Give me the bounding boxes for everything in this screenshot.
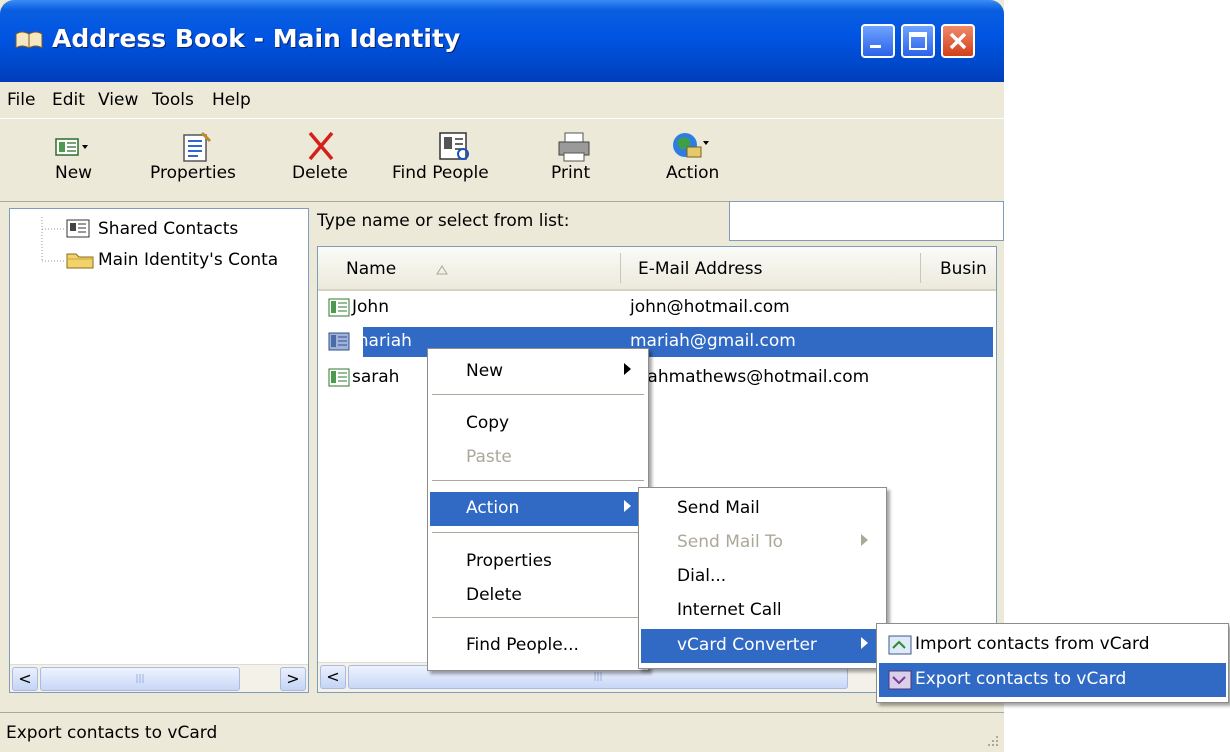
contact-email: john@hotmail.com xyxy=(630,297,790,317)
export-vcard-icon xyxy=(888,670,912,690)
tree-item-main-identity-contacts[interactable]: Main Identity's Conta xyxy=(10,246,308,274)
window-title: Address Book - Main Identity xyxy=(52,24,461,53)
search-label: Type name or select from list: xyxy=(317,211,570,231)
import-vcard-icon xyxy=(888,635,912,655)
scroll-right-arrow-icon[interactable]: > xyxy=(280,667,306,691)
contact-email: mariah@gmail.com xyxy=(630,331,796,351)
menu-separator xyxy=(432,617,644,618)
menu-item-copy[interactable]: Copy xyxy=(430,407,646,441)
submenu-arrow-icon xyxy=(624,363,631,375)
menu-item-new[interactable]: New xyxy=(430,355,646,389)
properties-button[interactable]: Properties xyxy=(150,119,250,201)
menu-tools[interactable]: Tools xyxy=(152,90,194,110)
column-separator[interactable] xyxy=(620,253,621,283)
scroll-thumb[interactable]: ||| xyxy=(40,667,240,691)
menu-item-vcard-converter[interactable]: vCard Converter xyxy=(641,629,884,663)
menu-separator xyxy=(432,480,644,481)
menu-item-send-mail[interactable]: Send Mail xyxy=(641,492,884,526)
new-contact-icon xyxy=(55,138,88,156)
menu-separator xyxy=(432,394,644,395)
minimize-icon xyxy=(870,45,881,48)
menu-item-internet-call[interactable]: Internet Call xyxy=(641,594,884,628)
delete-button[interactable]: Delete xyxy=(290,119,360,201)
minimize-button[interactable] xyxy=(861,24,895,58)
resize-grip-icon[interactable] xyxy=(984,732,1000,748)
contact-name: sarah xyxy=(352,367,400,387)
printer-icon xyxy=(558,132,590,162)
action-submenu: Send Mail Send Mail To Dial... Internet … xyxy=(638,487,887,669)
action-globe-icon xyxy=(673,133,709,158)
submenu-arrow-icon xyxy=(861,534,868,546)
column-separator[interactable] xyxy=(920,253,921,283)
contact-card-icon xyxy=(328,332,350,351)
column-name[interactable]: Name xyxy=(346,259,396,279)
menu-item-import-vcard[interactable]: Import contacts from vCard xyxy=(879,628,1226,662)
contact-card-icon xyxy=(328,298,350,317)
sort-ascending-icon xyxy=(436,265,448,275)
scroll-left-arrow-icon[interactable]: < xyxy=(320,665,346,689)
menu-item-delete[interactable]: Delete xyxy=(430,579,646,613)
context-menu: New Copy Paste Action Properties Delete … xyxy=(427,348,649,671)
close-button[interactable] xyxy=(941,24,975,58)
menu-item-paste: Paste xyxy=(466,447,512,467)
tree-label-shared-contacts: Shared Contacts xyxy=(98,219,239,239)
print-label: Print xyxy=(551,163,591,183)
search-input[interactable] xyxy=(729,201,1004,241)
contact-row-mariah[interactable]: mariah mariah@gmail.com xyxy=(318,327,996,357)
properties-label: Properties xyxy=(150,163,236,183)
maximize-button[interactable] xyxy=(901,24,935,58)
action-button[interactable]: Action xyxy=(663,119,743,201)
menu-item-action[interactable]: Action xyxy=(430,492,646,526)
column-business[interactable]: Busin xyxy=(940,259,987,279)
menu-item-send-mail-to: Send Mail To xyxy=(641,526,884,560)
contact-name: mariah xyxy=(352,331,412,351)
new-label: New xyxy=(55,163,93,183)
submenu-arrow-icon xyxy=(861,637,868,649)
menu-separator xyxy=(432,532,644,533)
tree-label-main-identity-contacts: Main Identity's Conta xyxy=(98,250,279,270)
scroll-left-arrow-icon[interactable]: < xyxy=(12,667,38,691)
maximize-icon xyxy=(909,32,927,50)
contact-row-john[interactable]: John john@hotmail.com xyxy=(318,293,996,323)
menu-item-dial[interactable]: Dial... xyxy=(641,560,884,594)
folder-tree: Shared Contacts Main Identity's Conta < … xyxy=(9,208,309,693)
menu-help[interactable]: Help xyxy=(212,90,251,110)
status-text: Export contacts to vCard xyxy=(6,723,218,743)
menu-item-properties[interactable]: Properties xyxy=(430,545,646,579)
contact-card-icon xyxy=(328,368,350,387)
vcard-submenu: Import contacts from vCard Export contac… xyxy=(876,623,1229,703)
menu-item-find-people[interactable]: Find People... xyxy=(430,629,646,663)
delete-icon xyxy=(308,131,334,161)
close-icon xyxy=(949,32,967,50)
action-label: Action xyxy=(666,163,720,183)
find-people-button[interactable]: Find People xyxy=(392,119,512,201)
menu-file[interactable]: File xyxy=(7,90,35,110)
submenu-arrow-icon xyxy=(624,500,631,512)
properties-icon xyxy=(183,131,212,162)
menu-view[interactable]: View xyxy=(98,90,138,110)
contact-name: John xyxy=(352,297,389,317)
tree-item-shared-contacts[interactable]: Shared Contacts xyxy=(10,215,308,243)
title-bar[interactable]: Address Book - Main Identity xyxy=(0,0,1004,82)
delete-label: Delete xyxy=(292,163,348,183)
status-bar: Export contacts to vCard xyxy=(0,712,1004,752)
menu-item-export-vcard[interactable]: Export contacts to vCard xyxy=(879,663,1226,697)
toolbar: New Properties Delete Find People Print … xyxy=(0,118,1004,202)
address-book-icon xyxy=(15,31,43,49)
folder-icon xyxy=(66,253,94,269)
find-people-icon xyxy=(439,132,469,160)
menu-edit[interactable]: Edit xyxy=(52,90,85,110)
contact-email: arahmathews@hotmail.com xyxy=(630,367,870,387)
tree-horizontal-scrollbar[interactable]: < ||| > xyxy=(10,664,308,692)
column-email[interactable]: E-Mail Address xyxy=(638,259,763,279)
find-people-label: Find People xyxy=(392,163,489,183)
print-button[interactable]: Print xyxy=(545,119,615,201)
contact-row-sarah[interactable]: sarah arahmathews@hotmail.com xyxy=(318,363,996,393)
new-button[interactable]: New xyxy=(48,119,118,201)
list-header: Name E-Mail Address Busin xyxy=(318,247,996,291)
shared-contacts-icon xyxy=(66,219,90,238)
menu-bar: File Edit View Tools Help xyxy=(0,82,1004,119)
